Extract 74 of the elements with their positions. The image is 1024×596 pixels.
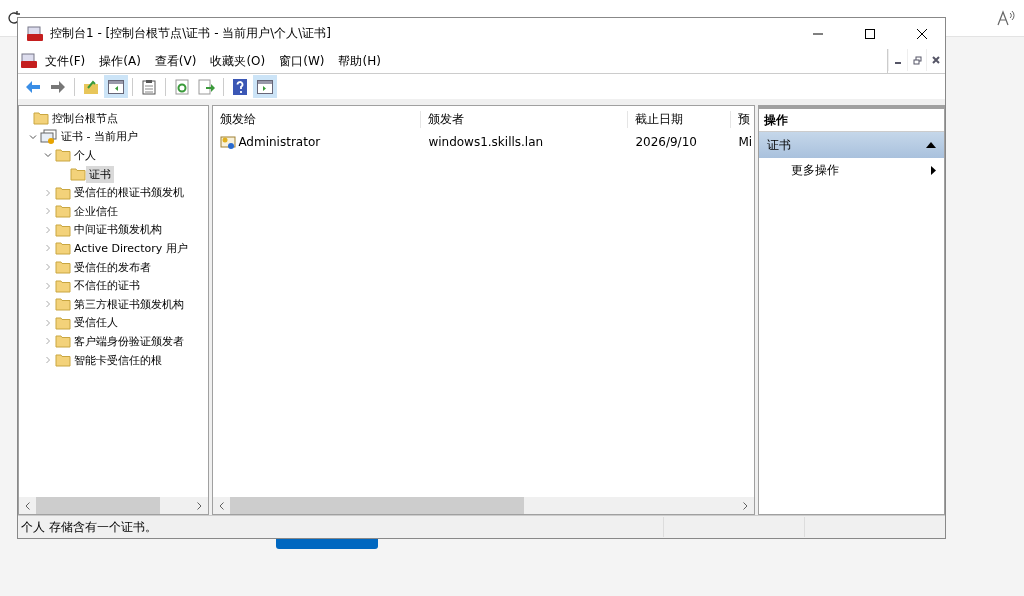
menu-item[interactable]: 帮助(H) [331, 52, 388, 70]
help-icon [233, 78, 247, 95]
window-title: 控制台1 - [控制台根节点\证书 - 当前用户\个人\证书] [50, 25, 333, 42]
tree-item[interactable]: 受信任的发布者 [71, 258, 154, 276]
chevron-icon[interactable] [29, 132, 37, 141]
submenu-arrow-icon [931, 165, 936, 175]
scroll-right-icon[interactable] [197, 501, 203, 510]
maximize-icon [864, 27, 876, 40]
table-cell: Mi [738, 135, 753, 149]
tree-item[interactable]: 证书 [86, 165, 114, 183]
scroll-right-icon[interactable] [742, 501, 748, 510]
console-icon [26, 25, 44, 42]
folder-icon [55, 222, 71, 237]
menu-item[interactable]: 窗口(W) [272, 52, 332, 70]
restore-icon [912, 55, 922, 65]
folder-icon [55, 297, 71, 312]
tree-item[interactable]: 受信任人 [71, 314, 121, 332]
menu-item[interactable]: 收藏夹(O) [203, 52, 273, 70]
folder-icon [55, 148, 71, 163]
tree-item[interactable]: 企业信任 [71, 202, 121, 220]
forward-arrow-icon [50, 79, 66, 94]
chevron-icon[interactable] [44, 151, 52, 160]
scroll-left-icon[interactable] [219, 501, 225, 510]
table-cell: Administrator [238, 135, 321, 149]
column-header[interactable]: 颁发者 [421, 110, 629, 128]
console-icon [20, 53, 38, 69]
refresh-icon [175, 78, 189, 95]
table-cell: 2026/9/10 [635, 135, 697, 149]
certificate-icon [220, 134, 237, 150]
tree-item[interactable]: 客户端身份验证颁发者 [71, 332, 187, 350]
tree-item[interactable]: 个人 [71, 147, 99, 164]
folder-icon [55, 260, 71, 275]
tree-item[interactable]: 智能卡受信任的根 [71, 351, 165, 369]
table-cell: windows1.skills.lan [428, 135, 544, 149]
tree-item[interactable]: 不信任的证书 [71, 277, 143, 295]
scroll-thumb[interactable] [230, 497, 524, 514]
folder-icon [55, 278, 71, 293]
scroll-thumb[interactable] [36, 497, 161, 514]
menu-item[interactable]: 查看(V) [147, 52, 204, 70]
refresh-icon[interactable] [6, 10, 22, 26]
folder-icon [33, 111, 49, 126]
folder-icon [55, 315, 71, 330]
scroll-left-icon[interactable] [25, 501, 30, 510]
folder-icon [55, 334, 71, 349]
tree-item[interactable]: 控制台根节点 [49, 109, 121, 127]
status-text: 个人 存储含有一个证书。 [20, 518, 158, 536]
export-list-icon [198, 78, 216, 95]
panel-icon [257, 79, 273, 94]
read-aloud-icon[interactable] [996, 10, 1018, 26]
folder-icon [55, 185, 71, 200]
action-item[interactable]: 更多操作 [758, 158, 944, 182]
column-header[interactable]: 颁发给 [213, 110, 422, 128]
tree-item[interactable]: 受信任的根证书颁发机 [71, 184, 187, 202]
panel-icon [108, 79, 124, 94]
folder-icon [70, 167, 86, 182]
tree-item[interactable]: 证书 - 当前用户 [58, 128, 141, 146]
column-header[interactable]: 截止日期 [628, 110, 732, 128]
folder-up-icon [83, 78, 99, 95]
computer-icon [40, 128, 58, 145]
toolbar-button[interactable] [253, 75, 277, 98]
folder-icon [55, 241, 71, 256]
clipboard-icon [142, 78, 156, 95]
tree-item[interactable]: Active Directory 用户 [71, 239, 191, 257]
folder-icon [55, 204, 71, 219]
menu-item[interactable]: 操作(A) [92, 52, 148, 70]
tree-item[interactable]: 中间证书颁发机构 [71, 221, 165, 239]
back-arrow-icon [25, 79, 41, 94]
folder-icon [55, 353, 71, 367]
actions-section[interactable]: 证书 [758, 132, 944, 158]
close-icon [932, 56, 940, 64]
toolbar-button[interactable] [104, 75, 128, 98]
menu-item[interactable]: 文件(F) [38, 52, 93, 70]
close-icon [916, 27, 928, 40]
tree-item[interactable]: 第三方根证书颁发机构 [71, 295, 187, 313]
